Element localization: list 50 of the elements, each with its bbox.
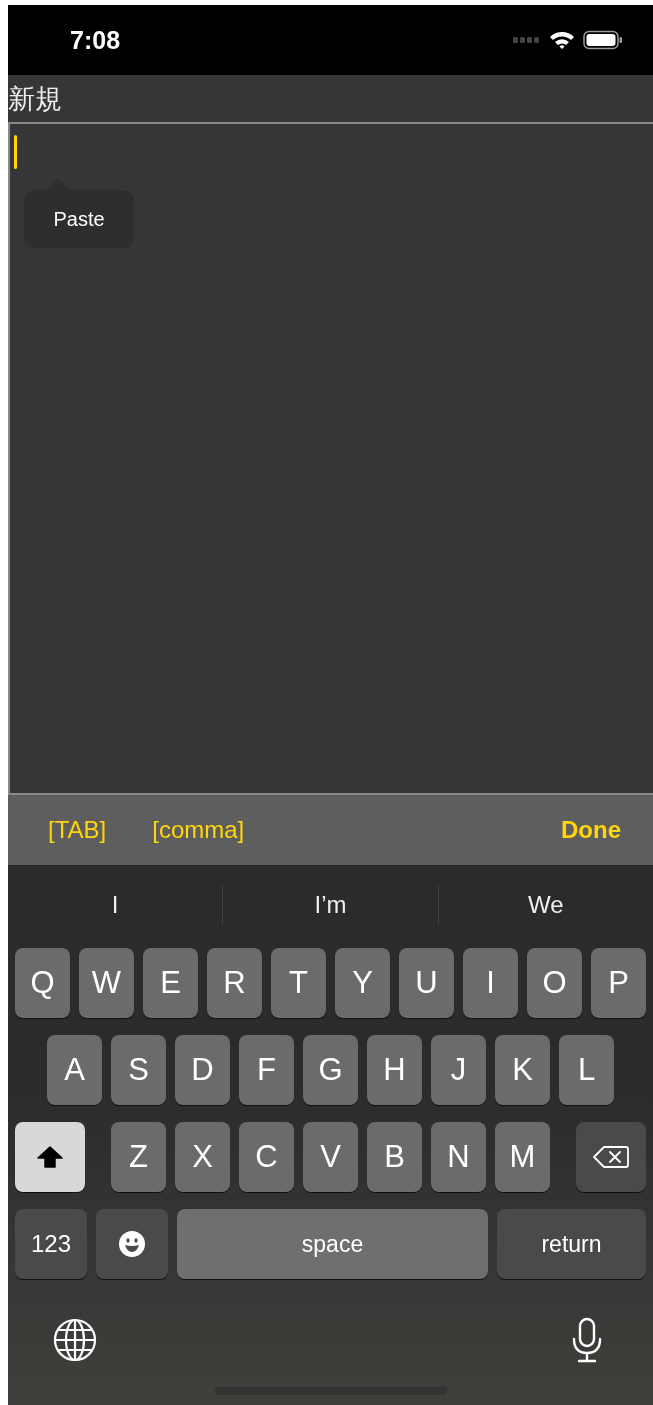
letter-key[interactable]: M [495, 1122, 550, 1192]
letter-key[interactable]: T [271, 948, 326, 1018]
suggestion[interactable]: I [8, 891, 223, 919]
letter-key[interactable]: O [527, 948, 582, 1018]
suggestion[interactable]: We [438, 891, 653, 919]
letter-key[interactable]: R [207, 948, 262, 1018]
backspace-key[interactable] [576, 1122, 646, 1192]
letter-key[interactable]: C [239, 1122, 294, 1192]
status-time: 7:08 [70, 25, 121, 55]
return-key[interactable]: return [497, 1209, 646, 1279]
letter-key[interactable]: P [591, 948, 646, 1018]
letter-key[interactable]: K [495, 1035, 550, 1105]
insert-button[interactable]: [comma] [142, 816, 255, 844]
battery-icon [583, 30, 623, 50]
letter-key[interactable]: D [175, 1035, 230, 1105]
letter-key[interactable]: H [367, 1035, 422, 1105]
letter-key[interactable]: X [175, 1122, 230, 1192]
emoji-key[interactable] [96, 1209, 168, 1279]
paste-menu-item[interactable]: Paste [53, 207, 105, 231]
letter-key[interactable]: V [303, 1122, 358, 1192]
letter-key[interactable]: E [143, 948, 198, 1018]
wifi-icon [549, 30, 575, 50]
shift-icon [37, 1146, 63, 1168]
letter-key[interactable]: W [79, 948, 134, 1018]
letter-key[interactable]: J [431, 1035, 486, 1105]
globe-icon[interactable] [53, 1318, 97, 1362]
letter-key[interactable]: L [559, 1035, 614, 1105]
done-button[interactable]: Done [551, 816, 631, 844]
letter-key[interactable]: Y [335, 948, 390, 1018]
letter-key[interactable]: G [303, 1035, 358, 1105]
letter-key[interactable]: I [463, 948, 518, 1018]
shift-key[interactable] [15, 1122, 85, 1192]
space-key[interactable]: space [177, 1209, 488, 1279]
letter-key[interactable]: B [367, 1122, 422, 1192]
letter-key[interactable]: F [239, 1035, 294, 1105]
text-editor[interactable]: Paste [8, 122, 653, 795]
letter-key[interactable]: S [111, 1035, 166, 1105]
letter-key[interactable]: N [431, 1122, 486, 1192]
suggestion[interactable]: I’m [223, 891, 438, 919]
page-title: 新規 [8, 81, 62, 116]
backspace-icon [593, 1145, 629, 1169]
letter-key[interactable]: A [47, 1035, 102, 1105]
insert-button[interactable]: [TAB] [38, 816, 117, 844]
numbers-key[interactable]: 123 [15, 1209, 87, 1279]
microphone-icon[interactable] [571, 1317, 603, 1363]
letter-key[interactable]: U [399, 948, 454, 1018]
signal-icon [513, 36, 541, 44]
letter-key[interactable]: Q [15, 948, 70, 1018]
smiley-icon [118, 1230, 146, 1258]
letter-key[interactable]: Z [111, 1122, 166, 1192]
